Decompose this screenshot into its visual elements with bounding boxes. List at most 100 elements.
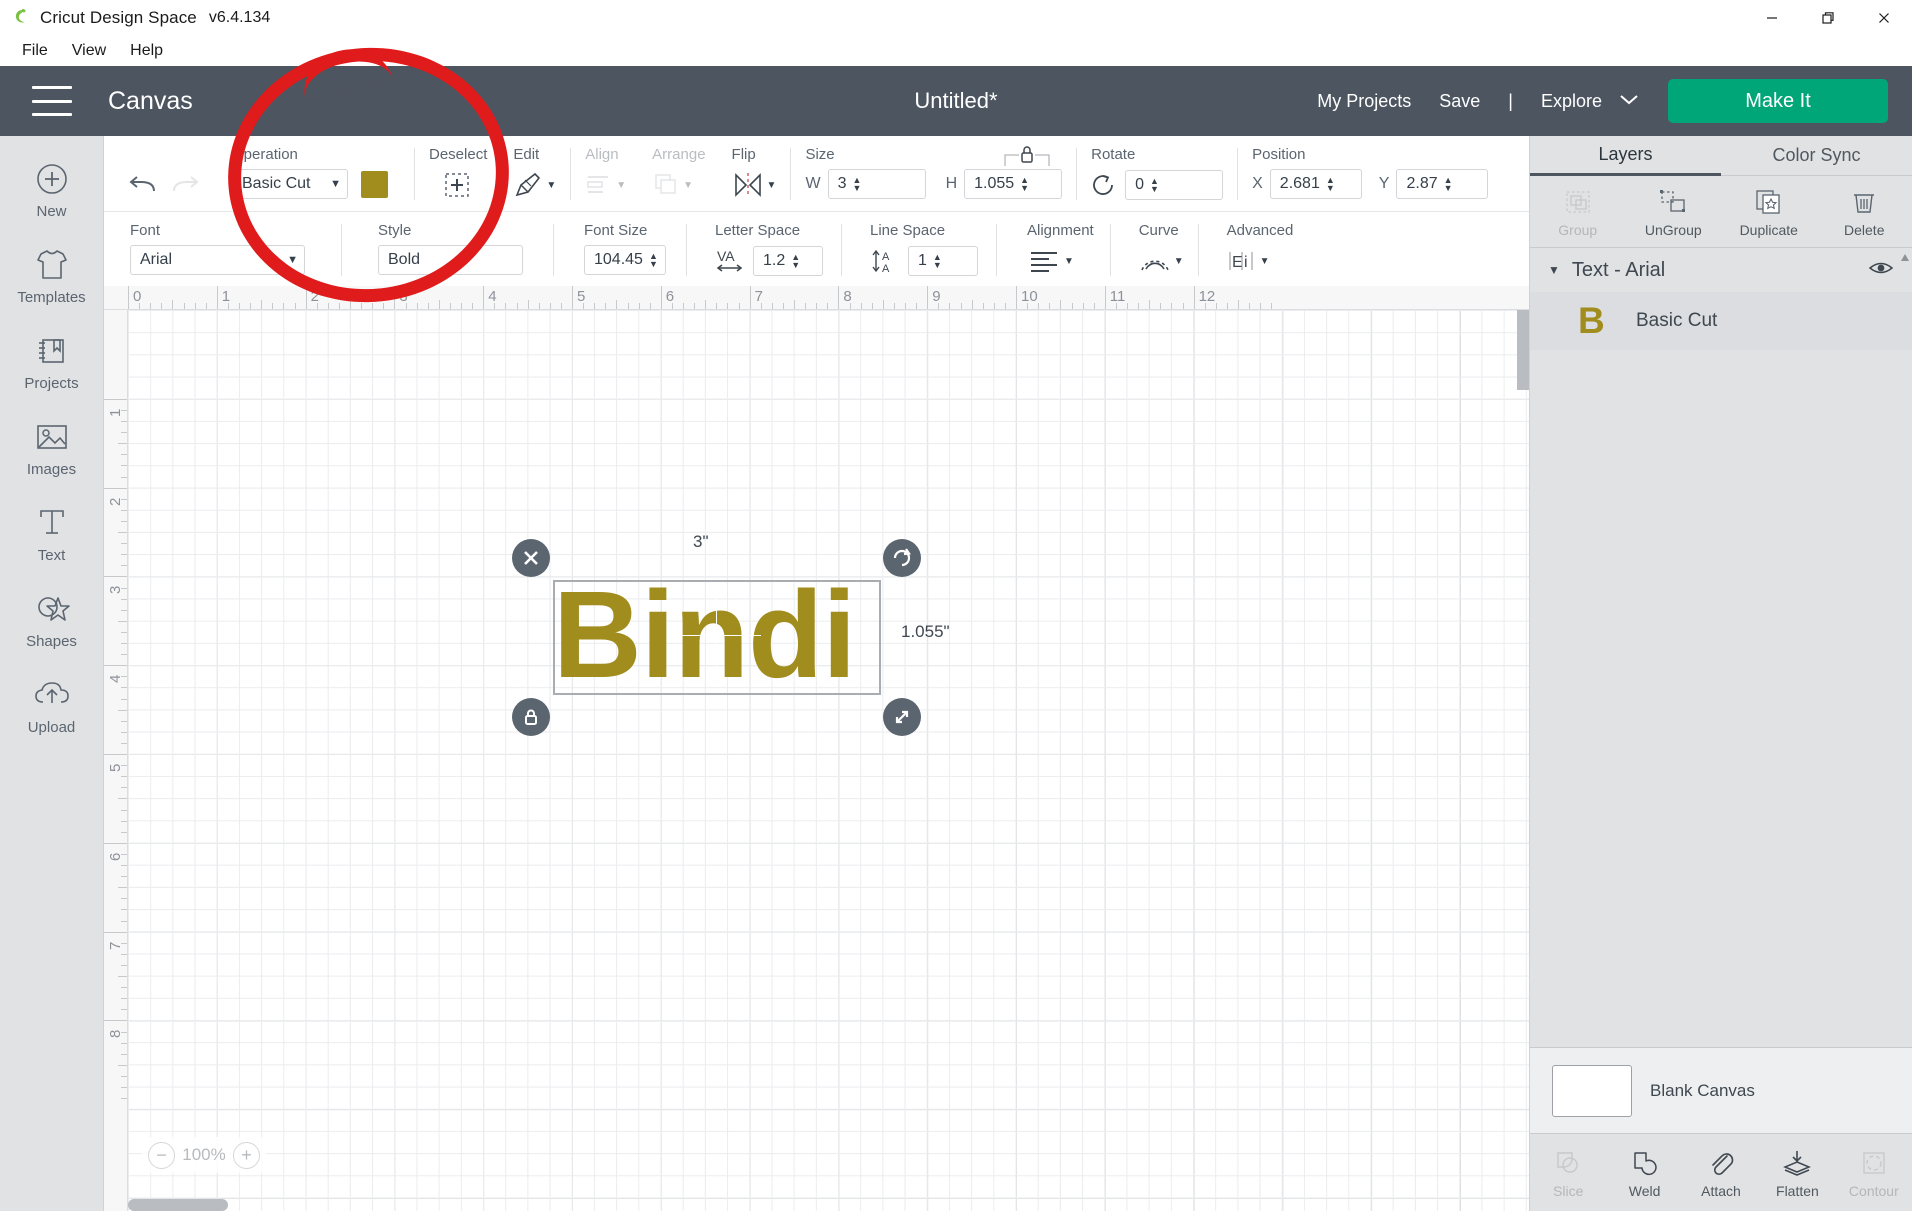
ruler-minor-tick (1204, 303, 1206, 309)
save-button[interactable]: Save (1439, 91, 1480, 112)
advanced-icon[interactable]: E i (1227, 245, 1257, 277)
chevron-down-icon[interactable]: ▼ (546, 180, 556, 191)
layers-list[interactable]: ▼ Text - Arial B Basic Cut (1530, 248, 1912, 1047)
canvas-template-row[interactable]: Blank Canvas (1530, 1047, 1912, 1133)
design-canvas-area[interactable]: 0 1 2 3 4 5 6 7 8 9 10 11 12 12345678 Bindi 3" 1.055… (104, 286, 1529, 1211)
ungroup-button[interactable]: UnGroup (1626, 176, 1722, 247)
attach-button[interactable]: Attach (1683, 1134, 1759, 1211)
slice-button[interactable]: Slice (1530, 1134, 1606, 1211)
chevron-down-icon[interactable]: ▼ (683, 180, 693, 191)
height-stepper[interactable]: ▲ ▼ (1020, 176, 1029, 193)
machine-selector-explore[interactable]: Explore (1541, 91, 1602, 112)
flatten-button[interactable]: Flatten (1759, 1134, 1835, 1211)
weld-button[interactable]: Weld (1606, 1134, 1682, 1211)
menu-item-file[interactable]: File (10, 42, 60, 60)
line-space-stepper[interactable]: ▲ ▼ (933, 253, 942, 270)
minus-icon[interactable]: − (148, 1141, 175, 1169)
vertical-scrollbar[interactable] (1517, 310, 1529, 390)
pos-x-stepper[interactable]: ▲ ▼ (1326, 176, 1335, 193)
width-stepper[interactable]: ▲ ▼ (852, 176, 861, 193)
ruler-minor-tick (261, 300, 263, 309)
letter-space-input[interactable]: 1.2 ▲ ▼ (753, 246, 823, 276)
height-input[interactable]: 1.055 ▲ ▼ (964, 169, 1063, 199)
divider (1237, 148, 1239, 200)
horizontal-scrollbar[interactable] (128, 1199, 228, 1211)
layers-scrollbar[interactable] (1900, 252, 1910, 270)
caret-down-icon[interactable]: ▼ (1548, 263, 1560, 277)
layer-group-text-arial[interactable]: ▼ Text - Arial B Basic Cut (1530, 248, 1912, 350)
lock-icon[interactable] (1001, 142, 1053, 173)
width-input[interactable]: 3 ▲ ▼ (827, 169, 926, 199)
group-button[interactable]: Group (1530, 176, 1626, 247)
deselect-label: Deselect (429, 146, 488, 163)
delete-button[interactable]: Delete (1817, 176, 1912, 247)
canvas-grid[interactable]: Bindi 3" 1.055" (128, 310, 1529, 1211)
rotate-input[interactable]: 0 ▲ ▼ (1125, 170, 1224, 200)
close-x-icon[interactable] (512, 539, 550, 577)
plus-icon[interactable]: + (232, 1141, 260, 1169)
layer-group-header[interactable]: ▼ Text - Arial (1530, 248, 1912, 292)
chevron-down-icon[interactable]: ▼ (616, 180, 626, 191)
menu-item-view[interactable]: View (60, 42, 118, 60)
rotate-icon[interactable] (883, 539, 921, 577)
sidebar-item-projects[interactable]: Projects (0, 318, 104, 404)
duplicate-button[interactable]: Duplicate (1721, 176, 1817, 247)
restore-icon[interactable] (1800, 0, 1856, 36)
sidebar-item-text[interactable]: Text (0, 490, 104, 576)
my-projects-link[interactable]: My Projects (1317, 91, 1411, 112)
chevron-down-icon[interactable] (1616, 91, 1642, 112)
make-it-button[interactable]: Make It (1668, 79, 1888, 123)
curve-icon[interactable] (1139, 245, 1171, 277)
alignment-icon[interactable] (1027, 245, 1061, 277)
ruler-minor-tick (121, 587, 127, 589)
sidebar-item-templates[interactable]: Templates (0, 232, 104, 318)
ruler-minor-tick (893, 303, 895, 309)
tab-color-sync[interactable]: Color Sync (1721, 136, 1912, 176)
zoom-control[interactable]: − 100% + (142, 1137, 266, 1173)
close-icon[interactable] (1856, 0, 1912, 36)
lock-closed-icon[interactable] (512, 698, 550, 736)
sidebar-item-new[interactable]: New (0, 146, 104, 232)
rotate-icon[interactable] (1091, 169, 1117, 201)
edit-group: Edit ▼ (513, 136, 556, 211)
chevron-down-icon[interactable]: ▼ (1174, 256, 1184, 267)
hamburger-menu-icon[interactable] (32, 86, 72, 116)
tab-layers[interactable]: Layers (1530, 136, 1721, 176)
ruler-minor-tick (183, 303, 185, 309)
menu-item-help[interactable]: Help (118, 42, 175, 60)
font-size-stepper[interactable]: ▲ ▼ (649, 252, 658, 269)
font-size-input[interactable]: 104.45 ▲ ▼ (584, 245, 666, 275)
style-select[interactable]: Bold (378, 245, 523, 275)
eye-icon[interactable] (1868, 259, 1894, 282)
redo-icon[interactable] (164, 170, 208, 202)
font-size-label: Font Size (584, 222, 648, 239)
pos-x-input[interactable]: 2.681 ▲ ▼ (1269, 169, 1362, 199)
resize-diagonal-icon[interactable] (883, 698, 921, 736)
pos-y-input[interactable]: 2.87 ▲ ▼ (1396, 169, 1489, 199)
rotate-stepper[interactable]: ▲ ▼ (1150, 177, 1159, 194)
sidebar-item-shapes[interactable]: Shapes (0, 576, 104, 662)
minimize-icon[interactable] (1744, 0, 1800, 36)
arrange-icon[interactable] (652, 169, 680, 201)
flip-icon[interactable] (732, 169, 764, 201)
chevron-down-icon[interactable]: ▼ (1064, 256, 1074, 267)
layer-item-basic-cut[interactable]: B Basic Cut (1530, 292, 1912, 350)
chevron-down-icon[interactable]: ▼ (1260, 256, 1270, 267)
chevron-down-icon[interactable]: ▼ (767, 180, 777, 191)
deselect-icon[interactable] (443, 169, 471, 201)
operation-select[interactable]: Basic Cut ▼ (232, 169, 348, 199)
letter-space-stepper[interactable]: ▲ ▼ (791, 253, 800, 270)
pos-y-stepper[interactable]: ▲ ▼ (1444, 176, 1453, 193)
line-space-input[interactable]: 1 ▲ ▼ (908, 246, 978, 276)
edit-icon[interactable] (513, 169, 543, 201)
contour-button[interactable]: Contour (1836, 1134, 1912, 1211)
ruler-minor-tick (118, 532, 127, 533)
operation-color-swatch[interactable] (361, 170, 388, 198)
advanced-group: Advanced E i ▼ (1227, 212, 1294, 287)
font-select[interactable]: Arial ▼ (130, 245, 305, 275)
ruler-minor-tick (121, 676, 127, 678)
sidebar-item-images[interactable]: Images (0, 404, 104, 490)
align-icon[interactable] (585, 169, 613, 201)
undo-icon[interactable] (120, 170, 164, 202)
sidebar-item-upload[interactable]: Upload (0, 662, 104, 748)
